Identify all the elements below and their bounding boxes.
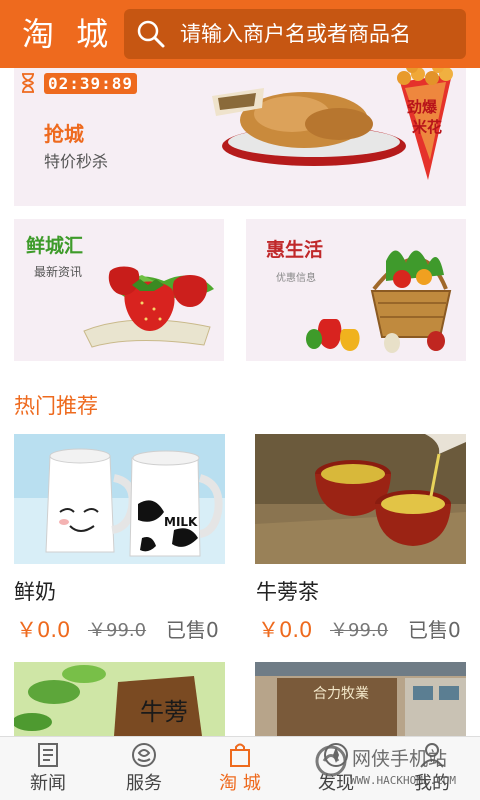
flash-sale-banner[interactable]: 02:39:89 抢城 特价秒杀 劲爆 米花 xyxy=(14,68,466,206)
countdown-digits: 02:39:89 xyxy=(44,72,138,94)
fried-chicken-art-label-2: 米花 xyxy=(412,118,442,136)
tea-cups-picture xyxy=(255,434,466,564)
package-label: 牛蒡 xyxy=(140,698,188,726)
watermark: 网侠手机站 WWW.HACKHOME.COM xyxy=(312,742,478,798)
discount-life-title: 惠生活 xyxy=(266,239,324,261)
search-bar[interactable]: 请输入商户名或者商品名 xyxy=(124,9,466,59)
tab-taocheng-label: 淘 城 xyxy=(219,773,261,794)
tab-news-label: 新闻 xyxy=(30,773,66,794)
tab-taocheng[interactable]: 淘 城 xyxy=(192,737,288,800)
burdock-tea-name: 牛蒡茶 xyxy=(256,580,319,604)
search-icon xyxy=(137,20,165,48)
newspaper-icon xyxy=(38,743,58,767)
watermark-text: 网侠手机站 xyxy=(352,748,448,770)
fresh-milk-original-price: ￥99.0 xyxy=(88,620,147,641)
discount-life-tile[interactable]: 惠生活 优惠信息 xyxy=(246,219,466,361)
discount-life-subtitle: 优惠信息 xyxy=(276,273,316,284)
fresh-milk-sold: 已售0 xyxy=(166,618,219,642)
tab-news[interactable]: 新闻 xyxy=(0,737,96,800)
hot-recommend-title: 热门推荐 xyxy=(14,394,98,418)
service-icon xyxy=(132,743,156,767)
countdown-timer: 02:39:89 xyxy=(20,72,138,94)
milk-cup-label: MILK xyxy=(164,515,198,529)
fresh-city-title: 鲜城汇 xyxy=(26,235,84,257)
product-4-image[interactable]: 合力牧業 xyxy=(255,662,466,736)
tab-service[interactable]: 服务 xyxy=(96,737,192,800)
milk-cups-picture: MILK xyxy=(14,434,225,564)
search-placeholder: 请输入商户名或者商品名 xyxy=(180,22,411,46)
fried-chicken-art-label-1: 劲爆 xyxy=(407,98,438,116)
app-header: 淘 城 请输入商户名或者商品名 xyxy=(0,0,480,68)
fresh-city-tile[interactable]: 鲜城汇 最新资讯 xyxy=(14,219,224,361)
hourglass-icon xyxy=(22,73,34,93)
fried-chicken-image: 劲爆 米花 xyxy=(212,68,453,180)
flash-sale-title: 抢城 xyxy=(44,122,84,146)
burdock-tea-image[interactable] xyxy=(255,434,466,564)
fresh-milk-image[interactable]: MILK xyxy=(14,434,225,564)
tab-service-label: 服务 xyxy=(126,773,162,794)
storefront-sign: 合力牧業 xyxy=(313,686,369,702)
storefront-picture: 合力牧業 xyxy=(255,662,466,736)
product-3-image[interactable]: 牛蒡 xyxy=(14,662,225,736)
leaves-package-picture: 牛蒡 xyxy=(14,662,225,736)
fresh-city-subtitle: 最新资讯 xyxy=(34,265,83,279)
burdock-tea-sold: 已售0 xyxy=(408,618,461,642)
watermark-logo-icon xyxy=(315,745,347,777)
shopping-bag-icon xyxy=(230,743,250,767)
watermark-url: WWW.HACKHOME.COM xyxy=(350,774,456,787)
app-title: 淘 城 xyxy=(22,15,115,53)
burdock-tea-price: ￥0.0 xyxy=(258,618,313,642)
flash-sale-subtitle: 特价秒杀 xyxy=(44,152,109,171)
burdock-tea-original-price: ￥99.0 xyxy=(330,620,389,641)
fresh-milk-price: ￥0.0 xyxy=(16,618,71,642)
fresh-milk-name: 鲜奶 xyxy=(14,580,56,604)
